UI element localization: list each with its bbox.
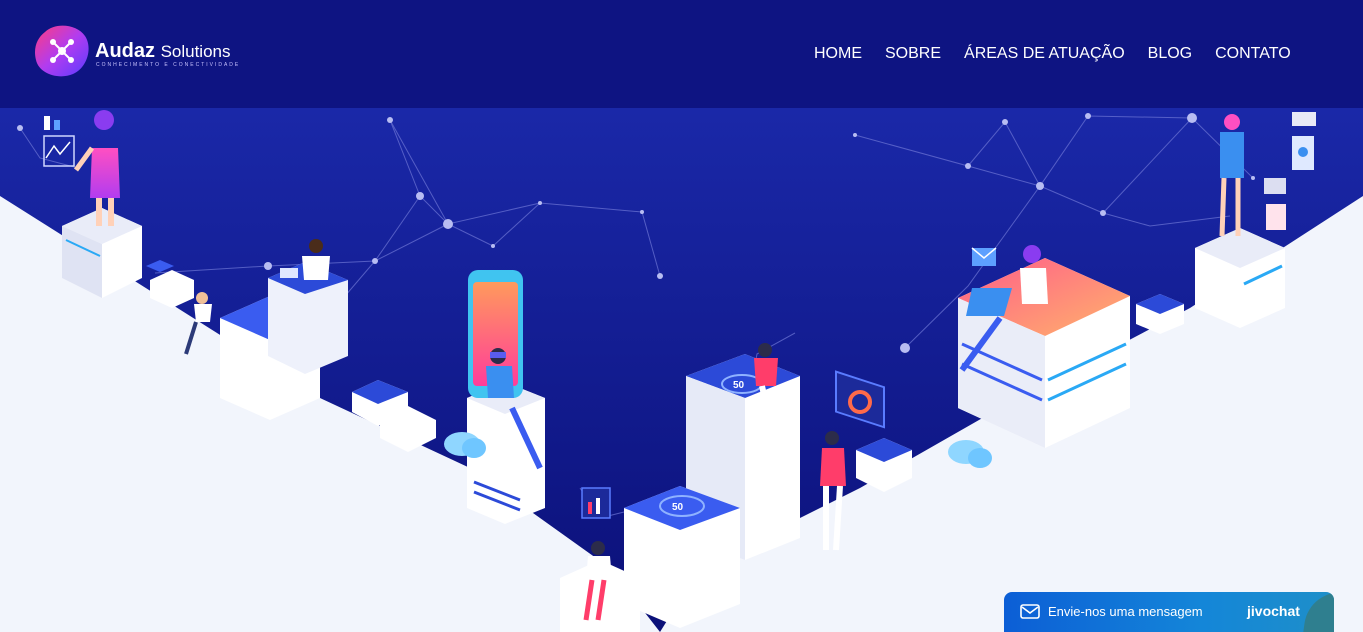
badge-50-bottom-label: 50 — [672, 502, 684, 513]
logo-tagline: Conhecimento e Conectividade — [96, 62, 241, 68]
hero-illustration: 50 50 — [0, 108, 1363, 632]
nav-contato[interactable]: CONTATO — [1215, 44, 1291, 64]
envelope-icon — [1020, 604, 1040, 619]
site-header: Audaz Solutions Conhecimento e Conectivi… — [0, 0, 1363, 108]
floating-bars-panel — [581, 487, 611, 519]
hero-banner: 50 50 — [0, 108, 1363, 632]
nav-areas-de-atuacao[interactable]: ÁREAS DE ATUAÇÃO — [964, 44, 1125, 64]
page: Audaz Solutions Conhecimento e Conectivi… — [0, 0, 1363, 632]
logo-name-bold: Audaz — [95, 40, 155, 62]
nav-blog[interactable]: BLOG — [1148, 44, 1192, 64]
logo-name: Audaz Solutions — [95, 40, 231, 63]
badge-50-top-label: 50 — [733, 380, 745, 391]
chat-brand: jivochat — [1247, 603, 1300, 619]
logo-name-light: Solutions — [160, 42, 231, 61]
nav-sobre[interactable]: SOBRE — [885, 44, 941, 64]
nav-home[interactable]: HOME — [814, 44, 862, 64]
chat-widget[interactable]: Envie-nos uma mensagem jivochat — [1004, 592, 1334, 632]
main-nav: HOME SOBRE ÁREAS DE ATUAÇÃO BLOG CONTATO — [814, 44, 1291, 64]
network-nodes-icon — [35, 25, 89, 77]
logo[interactable]: Audaz Solutions Conhecimento e Conectivi… — [33, 22, 243, 80]
chat-label: Envie-nos uma mensagem — [1048, 604, 1203, 619]
floating-mail-icon — [971, 247, 997, 266]
chat-corner-decoration — [1302, 592, 1334, 632]
